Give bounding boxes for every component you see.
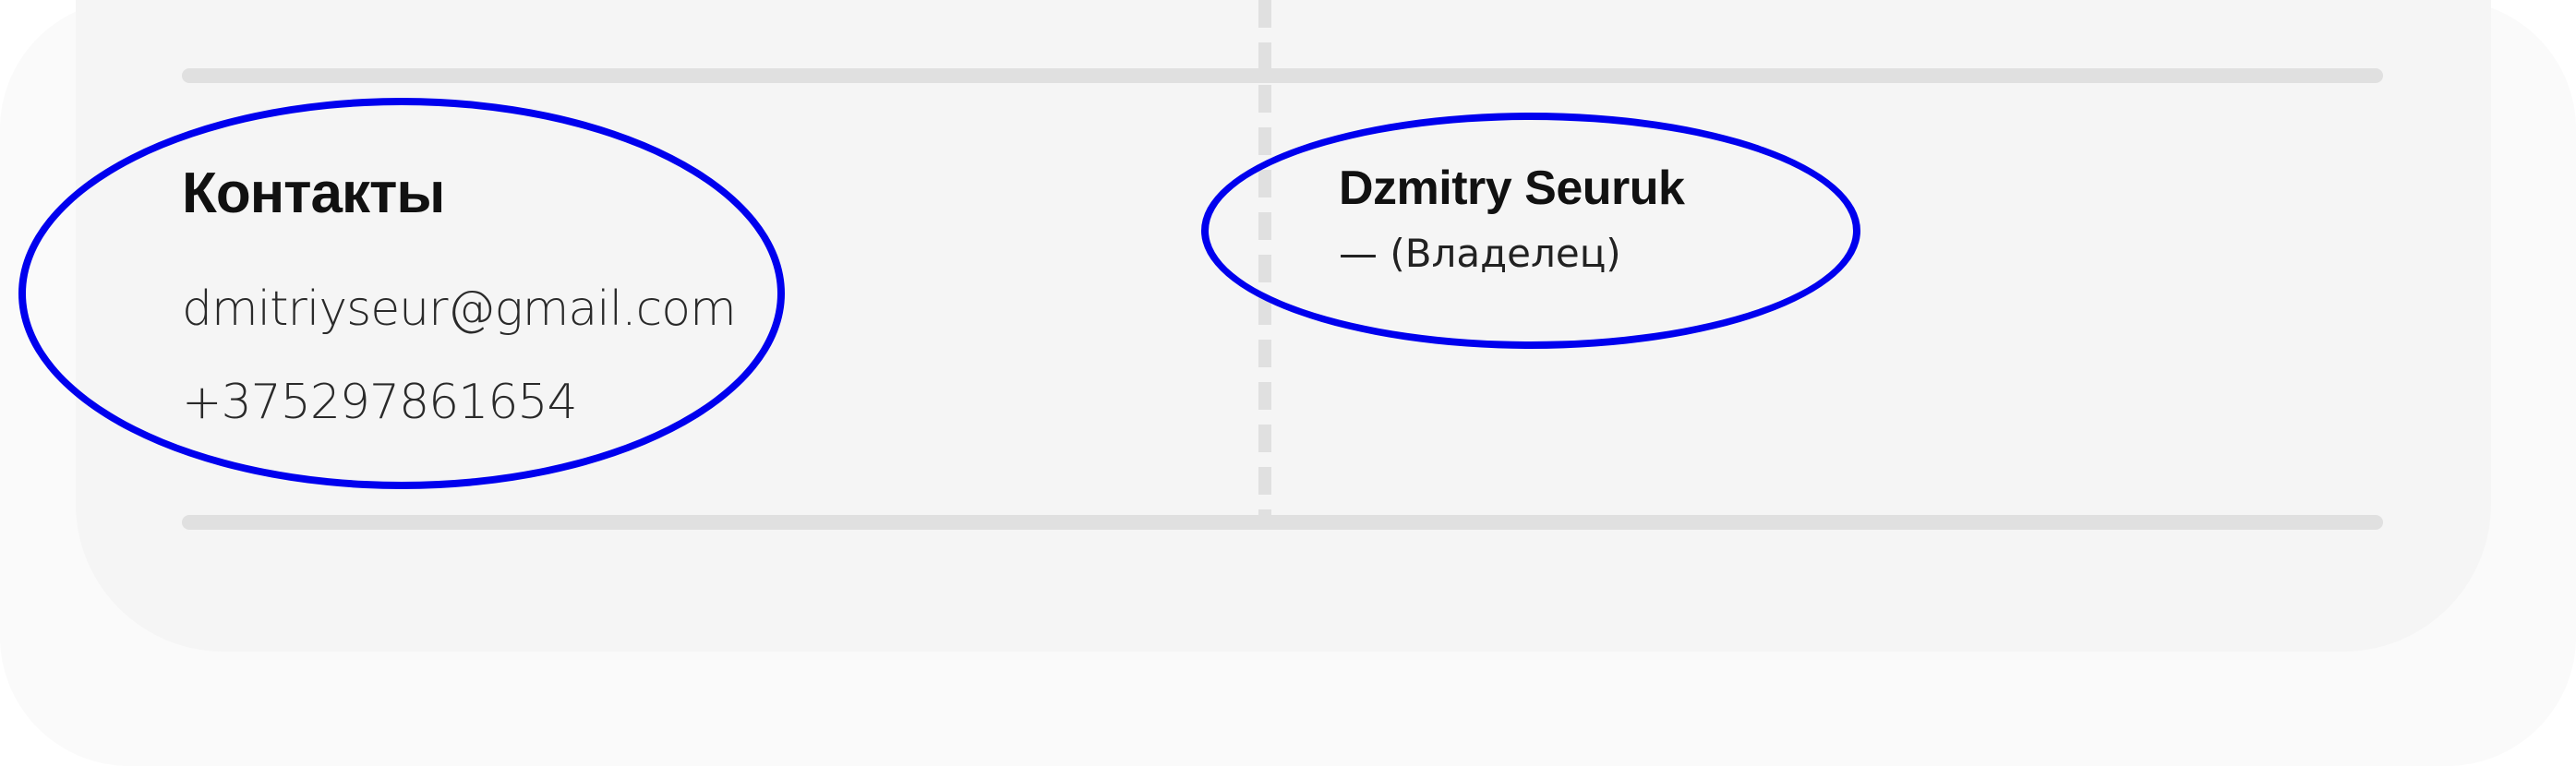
phone-link[interactable]: +375297861654 [182, 375, 578, 430]
owner-role: — (Владелец) [1339, 231, 1621, 276]
column-divider [1258, 0, 1271, 522]
contacts-heading: Контакты [182, 162, 445, 225]
owner-name: Dzmitry Seuruk [1339, 162, 1685, 215]
bottom-divider [182, 515, 2383, 530]
email-link[interactable]: dmitriyseur@gmail.com [182, 281, 737, 337]
top-divider [182, 68, 2383, 83]
